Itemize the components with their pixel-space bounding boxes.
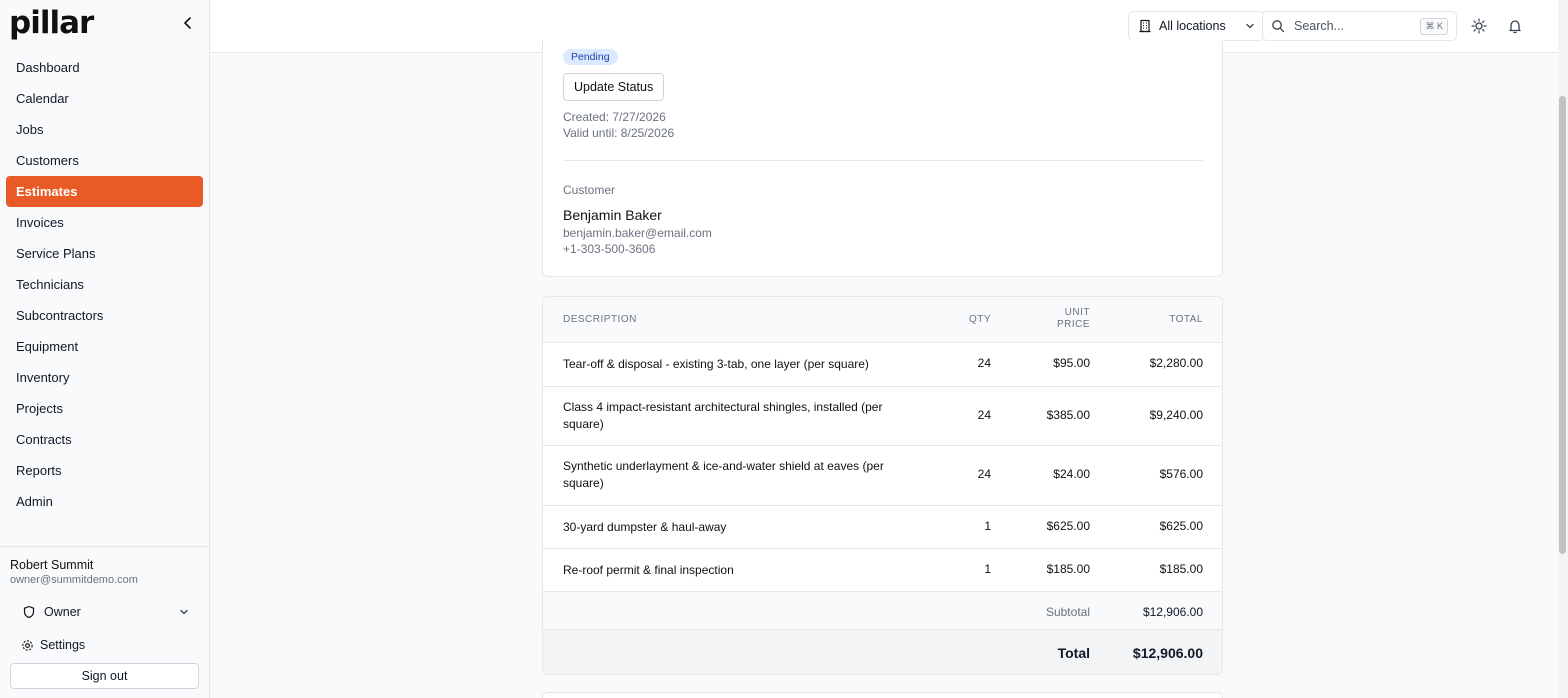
sun-icon (1471, 18, 1487, 34)
item-total: $2,280.00 (1149, 356, 1203, 370)
item-qty: 24 (977, 356, 991, 370)
sidebar-item-subcontractors[interactable]: Subcontractors (6, 300, 203, 331)
customer-name: Benjamin Baker (563, 207, 662, 223)
subtotal-value: $12,906.00 (1142, 605, 1203, 619)
valid-until-date: Valid until: 8/25/2026 (563, 126, 675, 140)
column-header-description: DESCRIPTION (563, 314, 637, 325)
subtotal-row: Subtotal $12,906.00 (543, 592, 1222, 630)
role-label: Owner (44, 605, 81, 619)
item-total: $625.00 (1159, 519, 1203, 533)
collapse-sidebar-button[interactable] (178, 13, 198, 33)
item-total: $9,240.00 (1149, 408, 1203, 422)
sidebar-item-reports[interactable]: Reports (6, 455, 203, 486)
sidebar-item-admin[interactable]: Admin (6, 486, 203, 517)
item-total: $576.00 (1159, 467, 1203, 481)
sidebar-footer: Robert Summit owner@summitdemo.com Owner… (0, 546, 209, 698)
chevron-down-icon (1246, 23, 1254, 29)
role-selector[interactable]: Owner (10, 600, 199, 624)
building-icon (1139, 19, 1151, 33)
line-items-card: DESCRIPTION QTY UNIT PRICE TOTAL Tear-of… (542, 296, 1223, 675)
search-shortcut-hint: ⌘ K (1420, 17, 1448, 35)
item-unit-price: $385.00 (1046, 408, 1090, 422)
location-label: All locations (1159, 19, 1226, 33)
customer-phone: +1-303-500-3606 (563, 242, 656, 256)
item-unit-price: $185.00 (1046, 562, 1090, 576)
total-row: Total $12,906.00 (543, 630, 1222, 674)
created-date: Created: 7/27/2026 (563, 110, 666, 124)
item-description: Re-roof permit & final inspection (563, 563, 734, 577)
user-name: Robert Summit (10, 558, 94, 572)
update-status-button[interactable]: Update Status (563, 73, 665, 101)
table-header: DESCRIPTION QTY UNIT PRICE TOTAL (543, 297, 1222, 343)
column-header-unit-price: UNIT PRICE (1057, 307, 1090, 330)
column-header-unit-price-line1: UNIT (1064, 307, 1090, 318)
sidebar-item-calendar[interactable]: Calendar (6, 83, 203, 114)
column-header-total: TOTAL (1169, 314, 1203, 325)
column-header-qty: QTY (968, 314, 991, 325)
subtotal-label: Subtotal (1045, 605, 1090, 619)
item-qty: 1 (984, 519, 991, 533)
item-unit-price: $24.00 (1053, 467, 1090, 481)
customer-email: benjamin.baker@email.com (563, 226, 712, 240)
page-scrollbar[interactable] (1558, 0, 1568, 698)
location-selector[interactable]: All locations (1128, 11, 1265, 41)
theme-toggle-button[interactable] (1469, 16, 1489, 36)
search-input[interactable] (1294, 19, 1414, 33)
divider (563, 160, 1203, 161)
table-row: Tear-off & disposal - existing 3-tab, on… (543, 343, 1222, 387)
table-row: Synthetic underlayment & ice-and-water s… (543, 446, 1222, 506)
item-description: Tear-off & disposal - existing 3-tab, on… (563, 357, 869, 371)
column-header-unit-price-line2: PRICE (1056, 319, 1090, 330)
sidebar-item-technicians[interactable]: Technicians (6, 269, 203, 300)
sidebar-item-service-plans[interactable]: Service Plans (6, 238, 203, 269)
user-email: owner@summitdemo.com (10, 574, 138, 586)
item-description: 30-yard dumpster & haul-away (563, 520, 727, 534)
bell-icon (1509, 20, 1521, 34)
customer-section-label: Customer (563, 183, 616, 197)
sidebar: pillar Dashboard Calendar Jobs Customers… (0, 0, 210, 698)
sign-out-button[interactable]: Sign out (10, 663, 199, 689)
pillar-logo[interactable]: pillar (9, 5, 94, 41)
next-section-card (542, 692, 1223, 698)
item-description: Synthetic underlayment & ice-and-water s… (563, 459, 884, 490)
gear-icon (22, 639, 33, 651)
item-qty: 1 (984, 562, 991, 576)
table-row: 30-yard dumpster & haul-away 1 $625.00 $… (543, 506, 1222, 549)
item-unit-price: $95.00 (1053, 356, 1090, 370)
scrollbar-thumb[interactable] (1559, 96, 1566, 554)
chevron-down-icon (180, 609, 188, 615)
item-description: Class 4 impact-resistant architectural s… (563, 400, 883, 431)
sidebar-item-invoices[interactable]: Invoices (6, 207, 203, 238)
item-qty: 24 (977, 467, 991, 481)
sidebar-item-dashboard[interactable]: Dashboard (6, 52, 203, 83)
sidebar-nav: Dashboard Calendar Jobs Customers Estima… (6, 52, 203, 517)
item-qty: 24 (977, 408, 991, 422)
total-value: $12,906.00 (1132, 645, 1203, 661)
item-unit-price: $625.00 (1046, 519, 1090, 533)
sidebar-item-contracts[interactable]: Contracts (6, 424, 203, 455)
table-row: Class 4 impact-resistant architectural s… (543, 387, 1222, 446)
settings-link[interactable]: Settings (10, 635, 85, 655)
status-badge: Pending (563, 49, 618, 65)
settings-label: Settings (40, 638, 86, 652)
sidebar-item-equipment[interactable]: Equipment (6, 331, 203, 362)
sidebar-item-estimates[interactable]: Estimates (6, 176, 203, 207)
search-box[interactable]: ⌘ K (1262, 11, 1457, 41)
sidebar-item-inventory[interactable]: Inventory (6, 362, 203, 393)
item-total: $185.00 (1159, 562, 1203, 576)
total-label: Total (1057, 645, 1090, 661)
shield-icon (23, 605, 35, 619)
sidebar-item-jobs[interactable]: Jobs (6, 114, 203, 145)
search-icon (1272, 20, 1285, 33)
chevron-left-icon (184, 17, 191, 29)
sidebar-item-customers[interactable]: Customers (6, 145, 203, 176)
notifications-button[interactable] (1505, 16, 1525, 36)
sidebar-item-projects[interactable]: Projects (6, 393, 203, 424)
estimate-summary-card: Pending Update Status Created: 7/27/2026… (542, 40, 1223, 277)
table-row: Re-roof permit & final inspection 1 $185… (543, 549, 1222, 592)
